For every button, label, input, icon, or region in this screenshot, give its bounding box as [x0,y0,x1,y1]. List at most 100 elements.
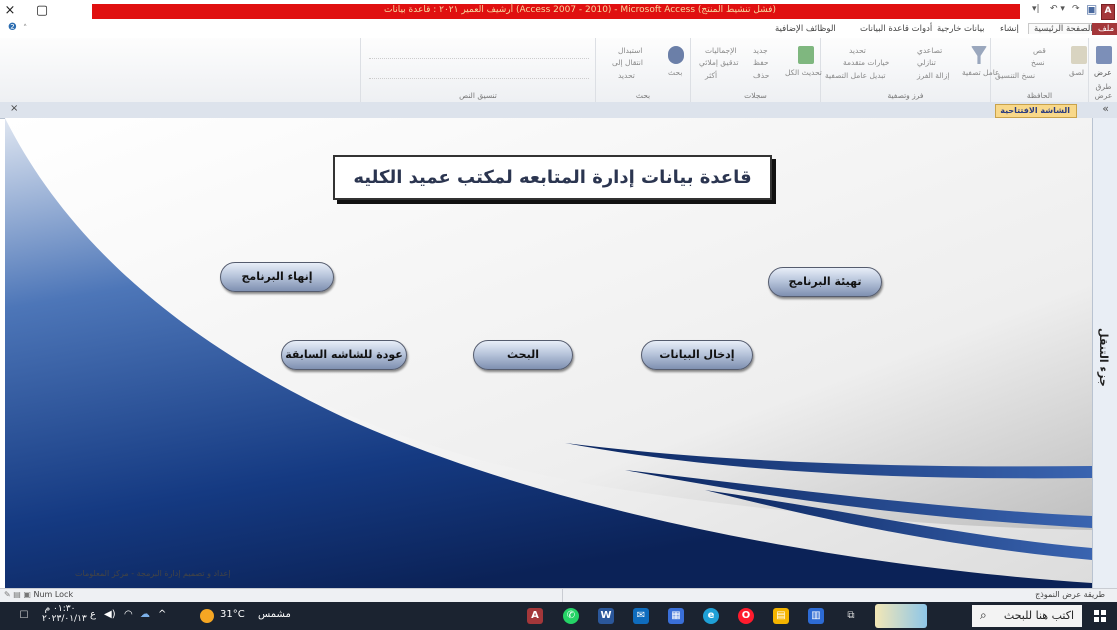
selection-button[interactable]: تحديد [849,46,866,55]
navigation-pane-label: جزء التنقل [1097,328,1110,387]
tab-addins[interactable]: الوظائف الإضافية [775,24,836,34]
refresh-all-button[interactable]: تحديث الكل [785,68,822,77]
welcome-form: قاعدة بيانات إدارة المتابعه لمكتب عميد ا… [5,118,1092,588]
ribbon-group-sort-filter: عامل تصفية تصاعدي تنازلي إزالة الفرز تحد… [820,38,1000,102]
records-group-label: سجلات [744,91,767,100]
qat-dropdown-icon[interactable]: ▾| [1032,4,1040,18]
tab-external-data[interactable]: بيانات خارجية [937,24,985,34]
ribbon-group-find: بحث استبدال انتقال إلى تحديد بحث [595,38,690,102]
taskbar-search-box[interactable]: ⌕ اكتب هنا للبحث [972,605,1082,627]
ribbon-group-text-format: تنسيق النص [360,38,595,102]
task-view-icon[interactable]: ⧉ [843,608,859,624]
onedrive-icon[interactable]: ☁ [140,609,150,620]
widgets-art-icon[interactable] [875,604,927,628]
cut-button[interactable]: قص [1033,46,1046,55]
search-button[interactable]: البحث [473,340,573,370]
filter-icon [971,46,987,64]
opera-icon[interactable]: O [738,608,754,624]
access-icon[interactable]: A [527,608,543,624]
tab-file[interactable]: ملف [1092,23,1117,35]
undo-icon[interactable]: ↶ ▾ [1050,4,1065,18]
toggle-filter-button[interactable]: تبديل عامل التصفية [825,71,886,80]
network-icon[interactable]: ◠ [124,609,133,620]
document-tab-strip: × الشاشة الافتتاحية « [0,102,1117,119]
find-button[interactable]: بحث [668,68,682,77]
access-app-icon: A [1101,4,1115,20]
sort-descending-button[interactable]: تنازلي [917,58,936,67]
totals-button[interactable]: الإجماليات [705,46,737,55]
data-entry-button[interactable]: إدخال البيانات [641,340,753,370]
ribbon-group-clipboard: لصق قص نسخ نسخ التنسيق الحافظة [990,38,1088,102]
num-lock-indicator: Num Lock [33,590,74,599]
restore-window-button[interactable]: ▢ [34,3,50,19]
windows-taskbar: ☐ ٠١:٣٠ م ٢٠٢٣/٠١/١٣ ع ◀) ◠ ☁ ^ 31°C مشم… [0,602,1117,630]
chrome-like-icon[interactable]: ▦ [668,608,684,624]
window-title: أرشيف العمير ٢٠٢١ : قاعدة بيانات (Access… [383,5,777,15]
more-button[interactable]: أكثر [705,71,717,80]
save-record-button[interactable]: حفظ [753,58,769,67]
goto-button[interactable]: انتقال إلى [612,58,643,67]
file-explorer-icon[interactable]: ▥ [808,608,824,624]
new-record-button[interactable]: جديد [753,46,768,55]
weather-temperature[interactable]: 31°C [220,609,245,620]
ribbon-group-views: عرض طرق عرض [1088,38,1117,102]
back-previous-screen-button[interactable]: عودة للشاشه السابقة [281,340,407,370]
tab-create[interactable]: إنشاء [1000,24,1019,34]
clock[interactable]: ٠١:٣٠ م ٢٠٢٣/٠١/١٣ [42,604,87,624]
close-window-button[interactable]: × [2,3,18,19]
word-icon[interactable]: W [598,608,614,624]
replace-button[interactable]: استبدال [618,46,642,55]
form-heading: قاعدة بيانات إدارة المتابعه لمكتب عميد ا… [353,167,752,188]
filter-button[interactable]: عامل تصفية [962,68,1000,77]
clock-date: ٢٠٢٣/٠١/١٣ [42,614,87,624]
clipboard-group-label: الحافظة [1026,91,1053,100]
minimize-ribbon-icon[interactable]: ˄ [23,24,27,34]
microsoft-store-icon[interactable]: ▤ [773,608,789,624]
weather-sun-icon [200,609,214,623]
input-language[interactable]: ع [90,609,96,620]
advanced-filter-button[interactable]: خيارات متقدمة [843,58,889,67]
notification-icon[interactable]: ☐ [16,608,32,624]
setup-program-button[interactable]: تهيئة البرنامج [768,267,882,297]
navigation-pane[interactable]: جزء التنقل [1092,118,1117,588]
remove-sort-button[interactable]: إزالة الفرز [917,71,949,80]
view-switch-icons[interactable]: ✎ ▤ ▣ [4,590,33,599]
format-painter-button[interactable]: نسخ التنسيق [995,71,1035,80]
ribbon-tabs: ❷ ˄ الوظائف الإضافية أدوات قاعدة البيانا… [0,22,1117,38]
edge-icon[interactable]: e [703,608,719,624]
clock-time: ٠١:٣٠ م [44,604,76,614]
select-button[interactable]: تحديد [618,71,635,80]
view-button[interactable]: عرض [1094,68,1112,77]
spelling-button[interactable]: تدقيق إملائي [699,58,738,67]
sort-ascending-button[interactable]: تصاعدي [917,46,942,55]
help-icon[interactable]: ❷ [8,22,17,33]
close-form-button[interactable]: × [10,103,18,114]
credits-text: إعداد و تصميم إدارة البرمجة - مركز المعل… [75,569,231,578]
text-format-group-label: تنسيق النص [459,91,497,100]
font-controls[interactable] [369,46,589,59]
whatsapp-icon[interactable]: ✆ [563,608,579,624]
exit-program-button[interactable]: إنهاء البرنامج [220,262,334,292]
tray-chevron-icon[interactable]: ^ [158,609,166,620]
windows-start-icon[interactable] [1094,610,1106,622]
weather-text[interactable]: مشمس [258,609,291,620]
save-icon[interactable]: ▣ [1086,2,1097,16]
status-left: ✎ ▤ ▣ Num Lock [4,590,73,599]
paragraph-controls[interactable] [369,66,589,79]
paste-button[interactable]: لصق [1069,68,1084,77]
redo-icon[interactable]: ↷ [1072,4,1080,18]
taskbar-search-placeholder: اكتب هنا للبحث [1003,609,1074,622]
collapse-nav-button[interactable]: « [1102,102,1109,115]
volume-icon[interactable]: ◀) [104,609,116,620]
delete-record-button[interactable]: حذف [753,71,769,80]
tab-home[interactable]: الصفحة الرئيسية [1028,23,1099,34]
copy-button[interactable]: نسخ [1031,58,1045,67]
find-icon [668,46,684,64]
tab-welcome-screen[interactable]: الشاشة الافتتاحية [995,104,1077,118]
tab-database-tools[interactable]: أدوات قاعدة البيانات [860,24,932,34]
title-bar: × ▢ أرشيف العمير ٢٠٢١ : قاعدة بيانات (Ac… [0,0,1117,22]
status-separator [562,589,563,603]
find-group-label: بحث [635,91,651,100]
mail-icon[interactable]: ✉ [633,608,649,624]
paste-icon [1071,46,1087,64]
